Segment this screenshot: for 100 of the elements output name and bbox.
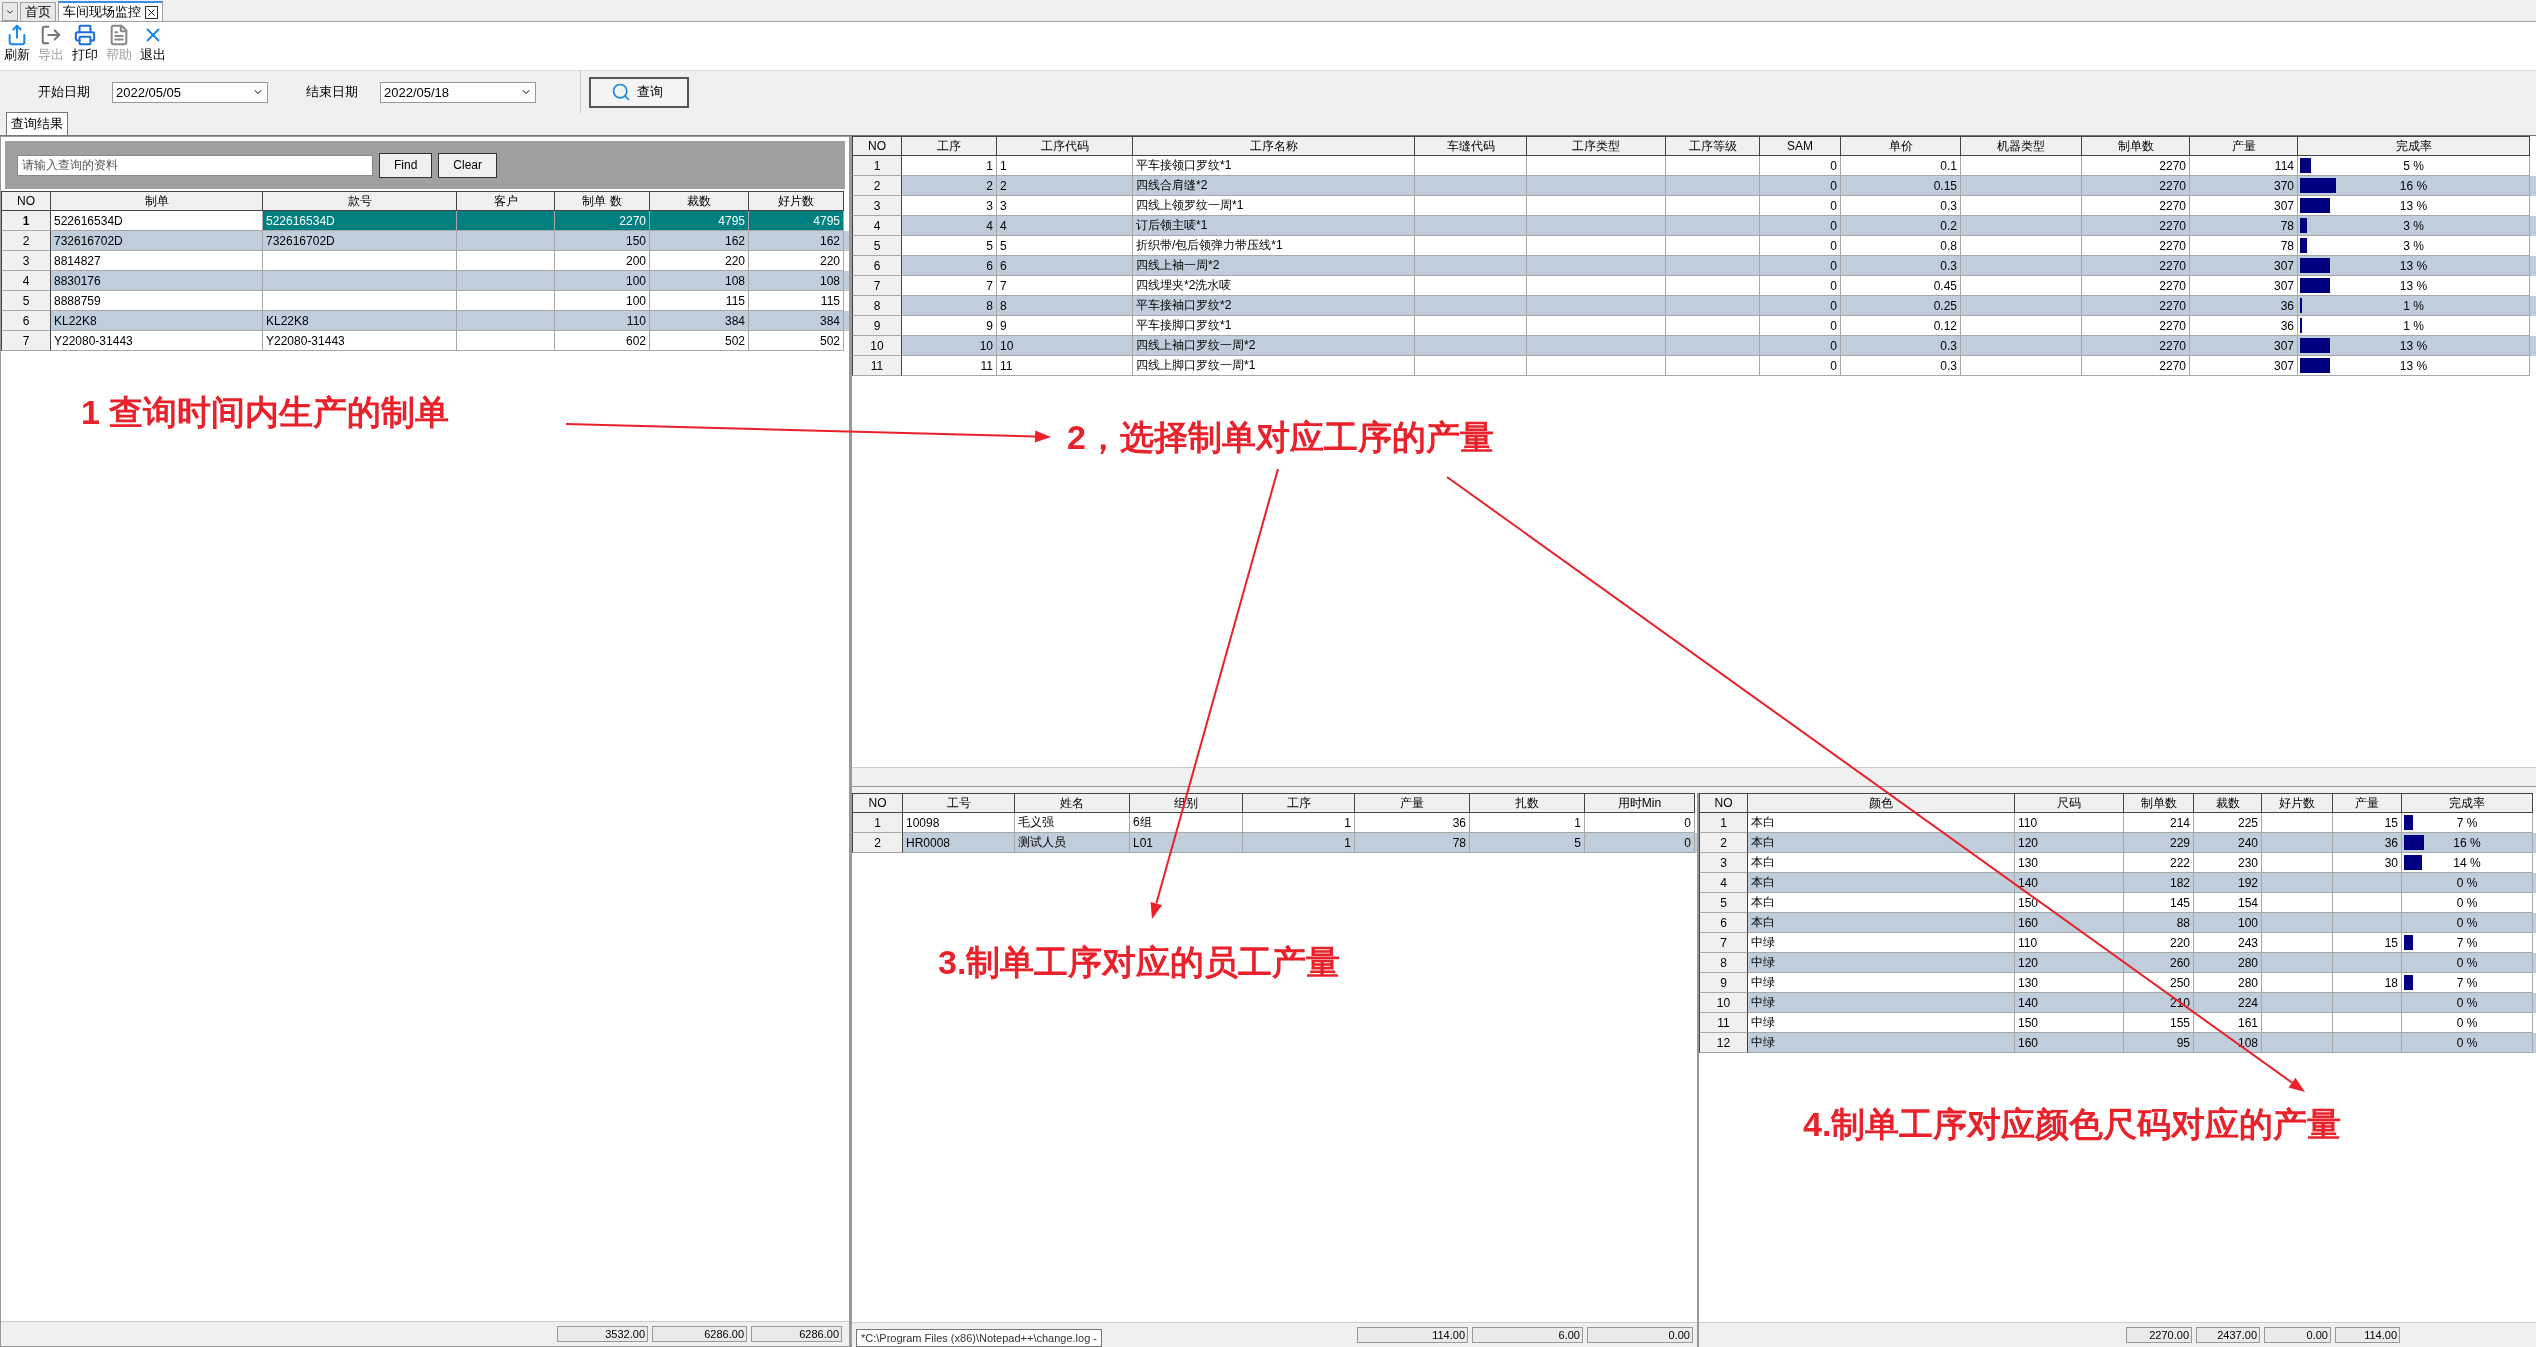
row-number: 9: [1699, 973, 1748, 993]
column-header[interactable]: 好片数: [2262, 793, 2333, 813]
total-field: 6.00: [1472, 1327, 1583, 1343]
close-icon[interactable]: [145, 5, 158, 19]
table-cell: 中绿: [1748, 1033, 2015, 1053]
column-header[interactable]: 工序: [1243, 793, 1355, 813]
column-header[interactable]: NO: [1699, 793, 1748, 813]
column-header[interactable]: 裁数: [2194, 793, 2262, 813]
row-number: 1: [852, 156, 902, 176]
column-header[interactable]: 制单 数: [555, 191, 650, 211]
column-header[interactable]: 工序名称: [1133, 136, 1415, 156]
row-number: 11: [852, 356, 902, 376]
column-header[interactable]: 车缝代码: [1415, 136, 1527, 156]
table-cell: 11: [997, 356, 1133, 376]
column-header[interactable]: 款号: [263, 191, 457, 211]
column-header[interactable]: SAM: [1760, 136, 1841, 156]
table-row[interactable]: 4 8830176 100 108 108: [1, 271, 849, 291]
column-header[interactable]: 单价: [1841, 136, 1961, 156]
tab[interactable]: 首页: [20, 2, 56, 21]
total-field: 114.00: [1357, 1327, 1468, 1343]
table-row[interactable]: 2 732616702D 732616702D 150 162 162: [1, 231, 849, 251]
total-field: 6286.00: [652, 1326, 747, 1342]
row-number: 3: [1, 251, 51, 271]
column-header[interactable]: 姓名: [1015, 793, 1130, 813]
column-header[interactable]: 颜色: [1748, 793, 2015, 813]
toolbar-button[interactable]: 退出: [138, 24, 168, 68]
table-row[interactable]: 2 HR0008 测试人员 L01 1 78 5 0: [852, 833, 1697, 853]
row-number: 1: [852, 813, 903, 833]
column-header[interactable]: 扎数: [1470, 793, 1585, 813]
column-header[interactable]: 制单数: [2124, 793, 2194, 813]
row-number: 7: [1699, 933, 1748, 953]
find-button[interactable]: Find: [379, 152, 433, 178]
table-cell: 0: [1760, 356, 1841, 376]
column-header[interactable]: 客户: [457, 191, 555, 211]
exit-box-icon: [40, 24, 62, 46]
row-number: 2: [852, 176, 902, 196]
column-header[interactable]: 制单: [51, 191, 263, 211]
row-number: 2: [852, 833, 903, 853]
table-cell: 502: [749, 331, 844, 351]
column-header[interactable]: 工号: [903, 793, 1015, 813]
row-number: 11: [1699, 1013, 1748, 1033]
table-row[interactable]: 8 中绿 120 260 280 0 %: [1699, 953, 2536, 973]
table-row[interactable]: 11 中绿 150 155 161 0 %: [1699, 1013, 2536, 1033]
column-header[interactable]: 裁数: [650, 191, 749, 211]
table-row[interactable]: 2 2 2 四线合肩缝*2 0 0.15 2270 370 16 %: [852, 176, 2536, 196]
column-header[interactable]: 工序: [902, 136, 997, 156]
tab[interactable]: 查询结果: [6, 112, 68, 135]
table-row[interactable]: 6 本白 160 88 100 0 %: [1699, 913, 2536, 933]
row-number: 5: [1, 291, 51, 311]
column-header[interactable]: 机器类型: [1961, 136, 2082, 156]
column-header[interactable]: 工序代码: [997, 136, 1133, 156]
column-header[interactable]: NO: [852, 793, 903, 813]
table-cell: 4795: [749, 211, 844, 231]
column-header[interactable]: 工序类型: [1527, 136, 1666, 156]
column-header[interactable]: NO: [852, 136, 902, 156]
table-row[interactable]: 2 本白 120 229 240 36 16 %: [1699, 833, 2536, 853]
column-header[interactable]: 好片数: [749, 191, 844, 211]
search-field[interactable]: 请输入查询的资料: [17, 154, 373, 176]
column-header[interactable]: 产量: [2190, 136, 2298, 156]
column-header[interactable]: 产量: [2333, 793, 2402, 813]
field-label: 开始日期: [38, 83, 90, 101]
column-header[interactable]: 完成率: [2402, 793, 2533, 813]
toolbar-button[interactable]: 刷新: [2, 24, 32, 68]
tab[interactable]: 车间现场监控: [58, 1, 163, 21]
table-row[interactable]: 6 KL22K8 KL22K8 110 384 384: [1, 311, 849, 331]
table-row[interactable]: 12 中绿 160 95 108 0 %: [1699, 1033, 2536, 1053]
column-header[interactable]: 制单数: [2082, 136, 2190, 156]
date-field[interactable]: 2022/05/05: [112, 81, 268, 103]
annotation-text: 4.制单工序对应颜色尺码对应的产量: [1803, 1104, 2342, 1145]
query-button[interactable]: 查询: [589, 76, 689, 108]
table-cell: 78: [1355, 833, 1470, 853]
table-row[interactable]: 6 6 6 四线上袖一周*2 0 0.3 2270 307 13 %: [852, 256, 2536, 276]
table-cell: 13 %: [2298, 356, 2530, 376]
table-cell: 11: [902, 356, 997, 376]
table-row[interactable]: 7 中绿 110 220 243 15 7 %: [1699, 933, 2536, 953]
column-header[interactable]: 工序等级: [1666, 136, 1760, 156]
column-header[interactable]: 用时Min: [1585, 793, 1695, 813]
column-header[interactable]: NO: [1, 191, 51, 211]
table-row[interactable]: 3 本白 130 222 230 30 14 %: [1699, 853, 2536, 873]
toolbar-button[interactable]: 打印: [70, 24, 100, 68]
table-cell: 108: [2194, 1033, 2262, 1053]
date-field[interactable]: 2022/05/18: [380, 81, 536, 103]
table-row[interactable]: 8 8 8 平车接袖口罗纹*2 0 0.25 2270 36 1 %: [852, 296, 2536, 316]
column-header[interactable]: 完成率: [2298, 136, 2530, 156]
total-field: 6286.00: [751, 1326, 842, 1342]
row-number: 10: [1699, 993, 1748, 1013]
table-cell: 2270: [555, 211, 650, 231]
column-header[interactable]: 产量: [1355, 793, 1470, 813]
table-row[interactable]: 4 4 4 订后领主唛*1 0 0.2 2270 78 3 %: [852, 216, 2536, 236]
table-row[interactable]: 9 中绿 130 250 280 18 7 %: [1699, 973, 2536, 993]
table-row[interactable]: 1 本白 110 214 225 15 7 %: [1699, 813, 2536, 833]
row-number: 6: [1699, 913, 1748, 933]
table-row[interactable]: 10 10 10 四线上袖口罗纹一周*2 0 0.3 2270 307 13 %: [852, 336, 2536, 356]
table-cell: 160: [2015, 1033, 2124, 1053]
table-row[interactable]: 4 本白 140 182 192 0 %: [1699, 873, 2536, 893]
row-number: 5: [1699, 893, 1748, 913]
column-header[interactable]: 尺码: [2015, 793, 2124, 813]
table-cell: 2270: [2082, 356, 2190, 376]
table-row[interactable]: 1 10098 毛义强 6组 1 36 1 0: [852, 813, 1697, 833]
clear-button[interactable]: Clear: [438, 152, 498, 178]
